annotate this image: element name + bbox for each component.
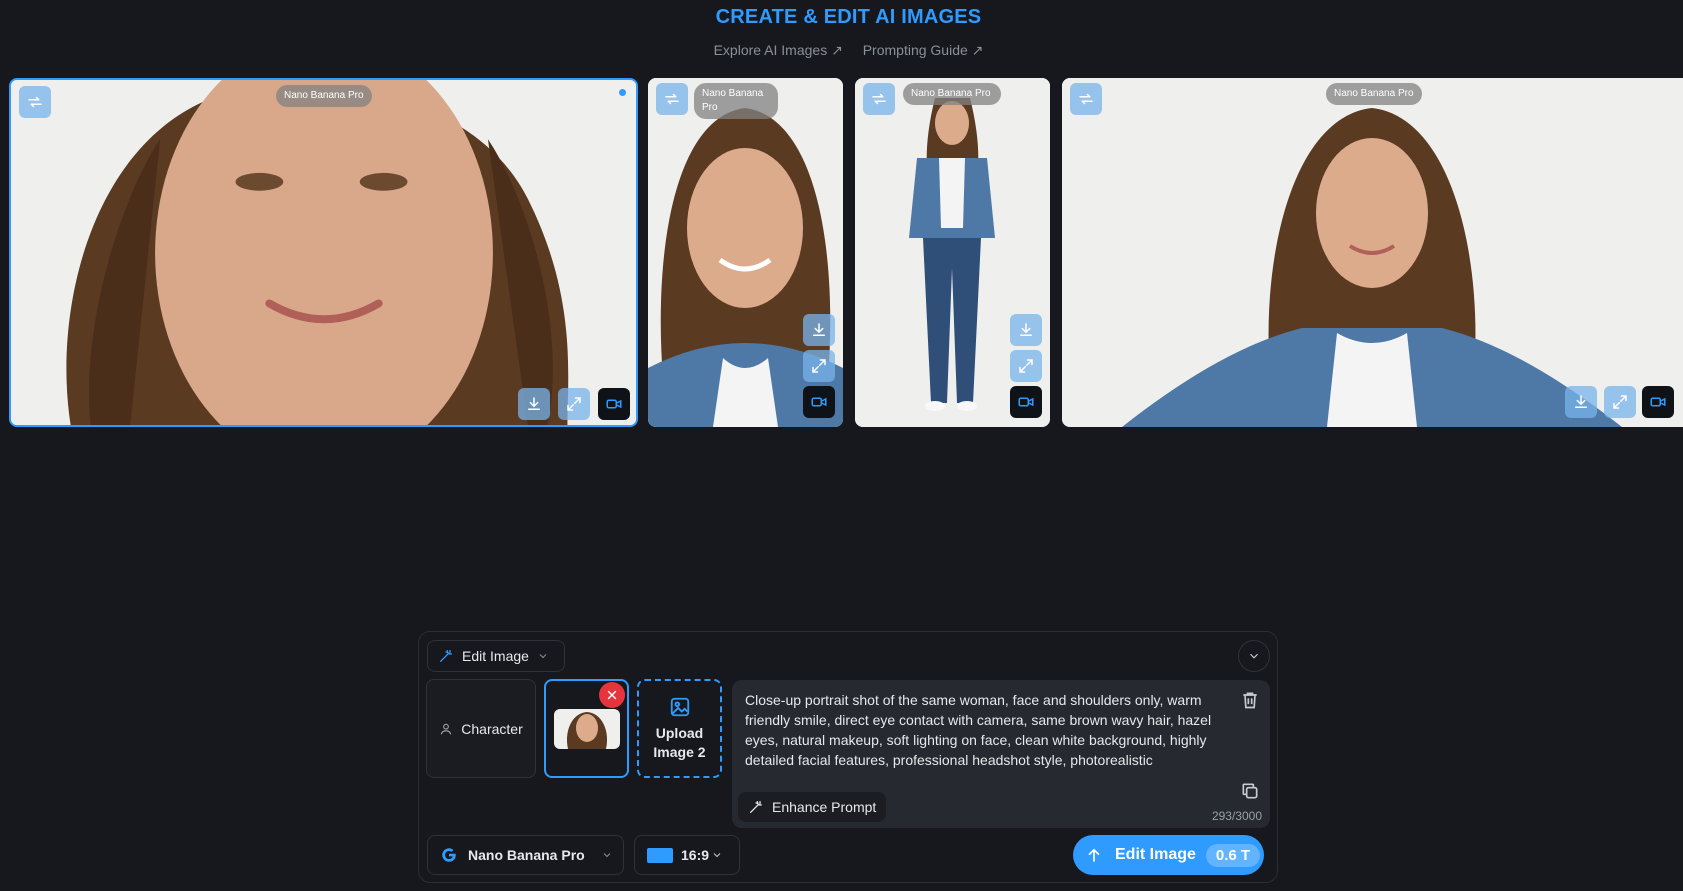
video-button[interactable] [1010,386,1042,418]
video-icon [1018,397,1034,407]
character-count: 293/3000 [1211,809,1262,823]
reference-image [553,708,620,749]
aspect-ratio-label: 16:9 [681,847,710,863]
submit-label: Edit Image [1115,846,1196,863]
magic-wand-icon [440,650,452,662]
enhance-label: Enhance Prompt [772,799,877,815]
expand-button[interactable] [1010,350,1042,382]
download-icon [1575,395,1587,408]
download-button[interactable] [1565,386,1597,418]
page-title: CREATE & EDIT AI IMAGES [715,6,982,28]
video-icon [811,397,827,407]
download-icon [528,397,540,410]
gallery-image-4[interactable]: Nano Banana Pro [1062,78,1683,427]
expand-button[interactable] [803,350,835,382]
expand-icon [812,359,826,373]
download-button[interactable] [1010,314,1042,346]
portrait-wide-image [1062,78,1683,427]
enhance-prompt-button[interactable]: Enhance Prompt [738,792,887,822]
copy-icon [1242,783,1258,799]
model-badge: Nano Banana Pro [903,83,1001,105]
download-icon [1020,323,1032,336]
model-label: Nano Banana Pro [468,847,585,863]
expand-icon [567,397,581,411]
gallery-image-1[interactable]: Nano Banana Pro [9,78,638,427]
expand-icon [1613,395,1627,409]
expand-icon [1019,359,1033,373]
cost-badge: 0.6 T [1205,843,1261,867]
model-badge: Nano Banana Pro [694,83,778,119]
regenerate-button[interactable] [1070,83,1102,115]
header-links: Explore AI Images ↗ Prompting Guide ↗ [0,42,1683,59]
regenerate-button[interactable] [863,83,895,115]
repeat-icon [665,93,679,105]
repeat-icon [872,93,886,105]
upload-image-2-button[interactable]: Upload Image 2 [637,679,722,778]
model-badge: Nano Banana Pro [1326,83,1422,105]
regenerate-button[interactable] [656,83,688,115]
download-icon [813,323,825,336]
chevron-down-icon [539,654,547,659]
regenerate-button[interactable] [19,86,51,118]
mode-label: Edit Image [462,648,529,664]
repeat-icon [1079,93,1093,105]
arrow-up-icon [1088,848,1100,862]
expand-button[interactable] [1604,386,1636,418]
aspect-ratio-icon [647,847,673,863]
clear-prompt-button[interactable] [1240,690,1260,710]
video-button[interactable] [598,388,630,420]
character-button[interactable]: Character [426,679,536,778]
gallery-image-3[interactable]: Nano Banana Pro [855,78,1050,427]
chevron-down-icon [603,853,611,858]
expand-button[interactable] [558,388,590,420]
repeat-icon [28,96,42,108]
video-icon [1650,397,1666,407]
chevron-down-icon [1250,653,1258,659]
image-upload-icon [670,697,689,716]
character-label: Character [461,720,523,737]
remove-reference-button[interactable] [599,682,625,708]
video-button[interactable] [803,386,835,418]
download-button[interactable] [803,314,835,346]
download-button[interactable] [518,388,550,420]
video-icon [606,399,622,409]
aspect-ratio-dropdown[interactable]: 16:9 [634,835,740,875]
model-dropdown[interactable]: Nano Banana Pro [427,835,624,875]
prompting-guide-link[interactable]: Prompting Guide ↗ [863,42,984,58]
user-icon [441,723,452,734]
video-button[interactable] [1642,386,1674,418]
prompt-textarea[interactable]: Close-up portrait shot of the same woman… [732,680,1270,828]
trash-icon [1243,692,1257,709]
mode-dropdown[interactable]: Edit Image [427,640,565,672]
explore-ai-images-link[interactable]: Explore AI Images ↗ [714,42,843,58]
selected-indicator [619,89,626,96]
chevron-down-icon [713,853,721,858]
edit-image-submit-button[interactable]: Edit Image 0.6 T [1073,835,1264,875]
copy-prompt-button[interactable] [1240,781,1260,801]
close-icon [607,690,617,700]
gallery-image-2[interactable]: Nano Banana Pro [648,78,843,427]
prompt-text[interactable]: Close-up portrait shot of the same woman… [745,690,1225,770]
upload-label: Upload Image 2 [653,724,706,760]
google-logo-icon [442,848,456,862]
model-badge: Nano Banana Pro [276,85,372,107]
collapse-panel-button[interactable] [1238,640,1270,672]
magic-wand-icon [750,801,762,813]
portrait-closeup-image [11,80,636,425]
